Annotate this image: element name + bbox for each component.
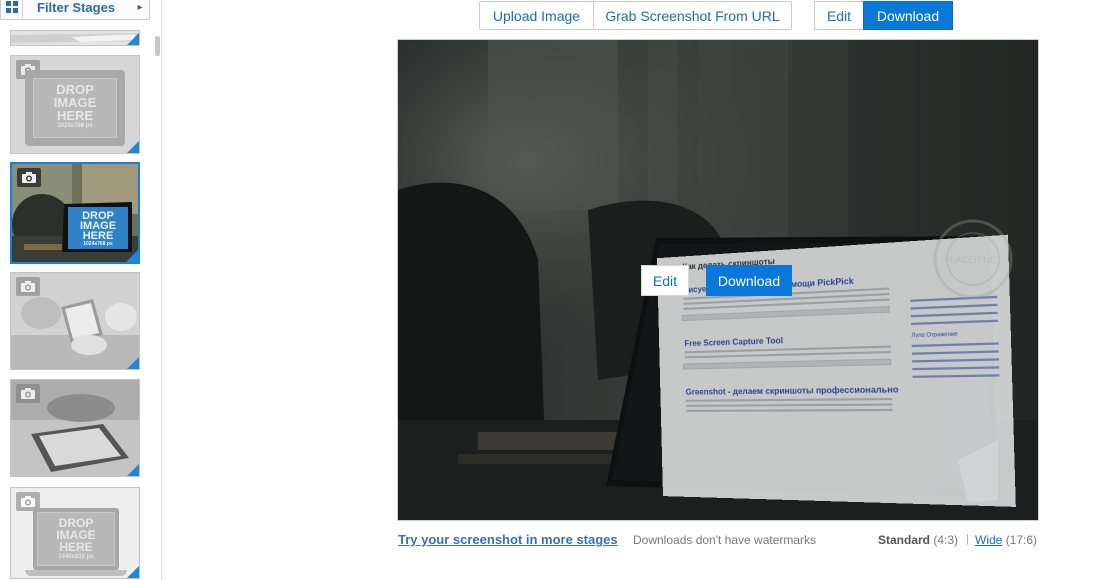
screen-sidebar-title: Лупа Отражение <box>911 331 958 340</box>
camera-icon <box>17 168 41 187</box>
placeholder-dimensions: 1024x768 px <box>57 123 93 129</box>
stage-thumbnail[interactable] <box>10 272 140 370</box>
stage-thumbnail-partial[interactable] <box>10 30 140 46</box>
corner-marker <box>127 464 139 476</box>
grid-icon <box>1 0 23 19</box>
ratio-separator: | <box>966 533 969 545</box>
stage-thumbnail[interactable]: DROP IMAGE HERE 1440x810 px <box>10 487 140 579</box>
watermark-seal: PLACEIT.NET <box>933 219 1013 299</box>
drop-image-placeholder: DROP IMAGE HERE 1440x810 px <box>37 512 115 566</box>
sidebar-scrollbar[interactable] <box>153 30 161 580</box>
overlay-edit-button[interactable]: Edit <box>641 265 689 296</box>
placeholder-dimensions: 1440x810 px <box>58 554 94 560</box>
stage-thumbnail[interactable] <box>10 379 140 477</box>
filter-stages-button[interactable]: Filter Stages ▸ <box>0 0 150 20</box>
app-root: Filter Stages ▸ DROP IMAGE HERE 1024x768… <box>0 0 1106 580</box>
grab-screenshot-url-button[interactable]: Grab Screenshot From URL <box>593 1 792 30</box>
placeholder-dimensions: 1024x768 px <box>83 241 113 247</box>
watermark-note: Downloads don't have watermarks <box>633 533 817 547</box>
screen-sidebar: Лупа Отражение <box>910 290 1000 378</box>
wide-ratio: (17:6) <box>1005 533 1038 547</box>
scrollbar-thumb[interactable] <box>155 36 160 56</box>
screen-post-title: Greenshot - делаем скриншоты профессиона… <box>685 384 899 397</box>
filter-stages-label: Filter Stages <box>37 0 116 15</box>
camera-icon <box>16 277 40 296</box>
ratio-wide[interactable]: Wide (17:6) <box>975 533 1037 547</box>
overlay-download-button[interactable]: Download <box>706 265 792 296</box>
camera-icon <box>16 384 40 403</box>
drop-image-placeholder: DROP IMAGE HERE 1024x768 px <box>68 207 128 249</box>
ratio-standard[interactable]: Standard (4:3) <box>878 533 958 547</box>
chevron-right-icon: ▸ <box>137 1 143 13</box>
svg-text:PLACEIT.NET: PLACEIT.NET <box>944 255 1002 265</box>
standard-label: Standard <box>878 533 931 547</box>
wide-link[interactable]: Wide <box>975 533 1002 547</box>
drop-image-placeholder: DROP IMAGE HERE 1024x768 px <box>33 78 117 138</box>
stage-sidebar: Filter Stages ▸ DROP IMAGE HERE 1024x768… <box>0 0 162 580</box>
upload-image-button[interactable]: Upload Image <box>479 1 594 30</box>
corner-marker <box>127 141 139 153</box>
corner-marker <box>127 566 139 578</box>
stage-thumbnail-selected[interactable]: DROP IMAGE HERE 1024x768 px <box>10 162 140 264</box>
corner-marker <box>127 33 139 45</box>
corner-marker <box>126 250 138 262</box>
corner-marker <box>127 357 139 369</box>
try-more-stages-link[interactable]: Try your screenshot in more stages <box>398 532 618 547</box>
edit-button[interactable]: Edit <box>814 1 864 30</box>
stage-thumbnail[interactable]: DROP IMAGE HERE 1024x768 px <box>10 55 140 154</box>
download-button[interactable]: Download <box>863 1 953 30</box>
standard-ratio: (4:3) <box>933 533 959 547</box>
